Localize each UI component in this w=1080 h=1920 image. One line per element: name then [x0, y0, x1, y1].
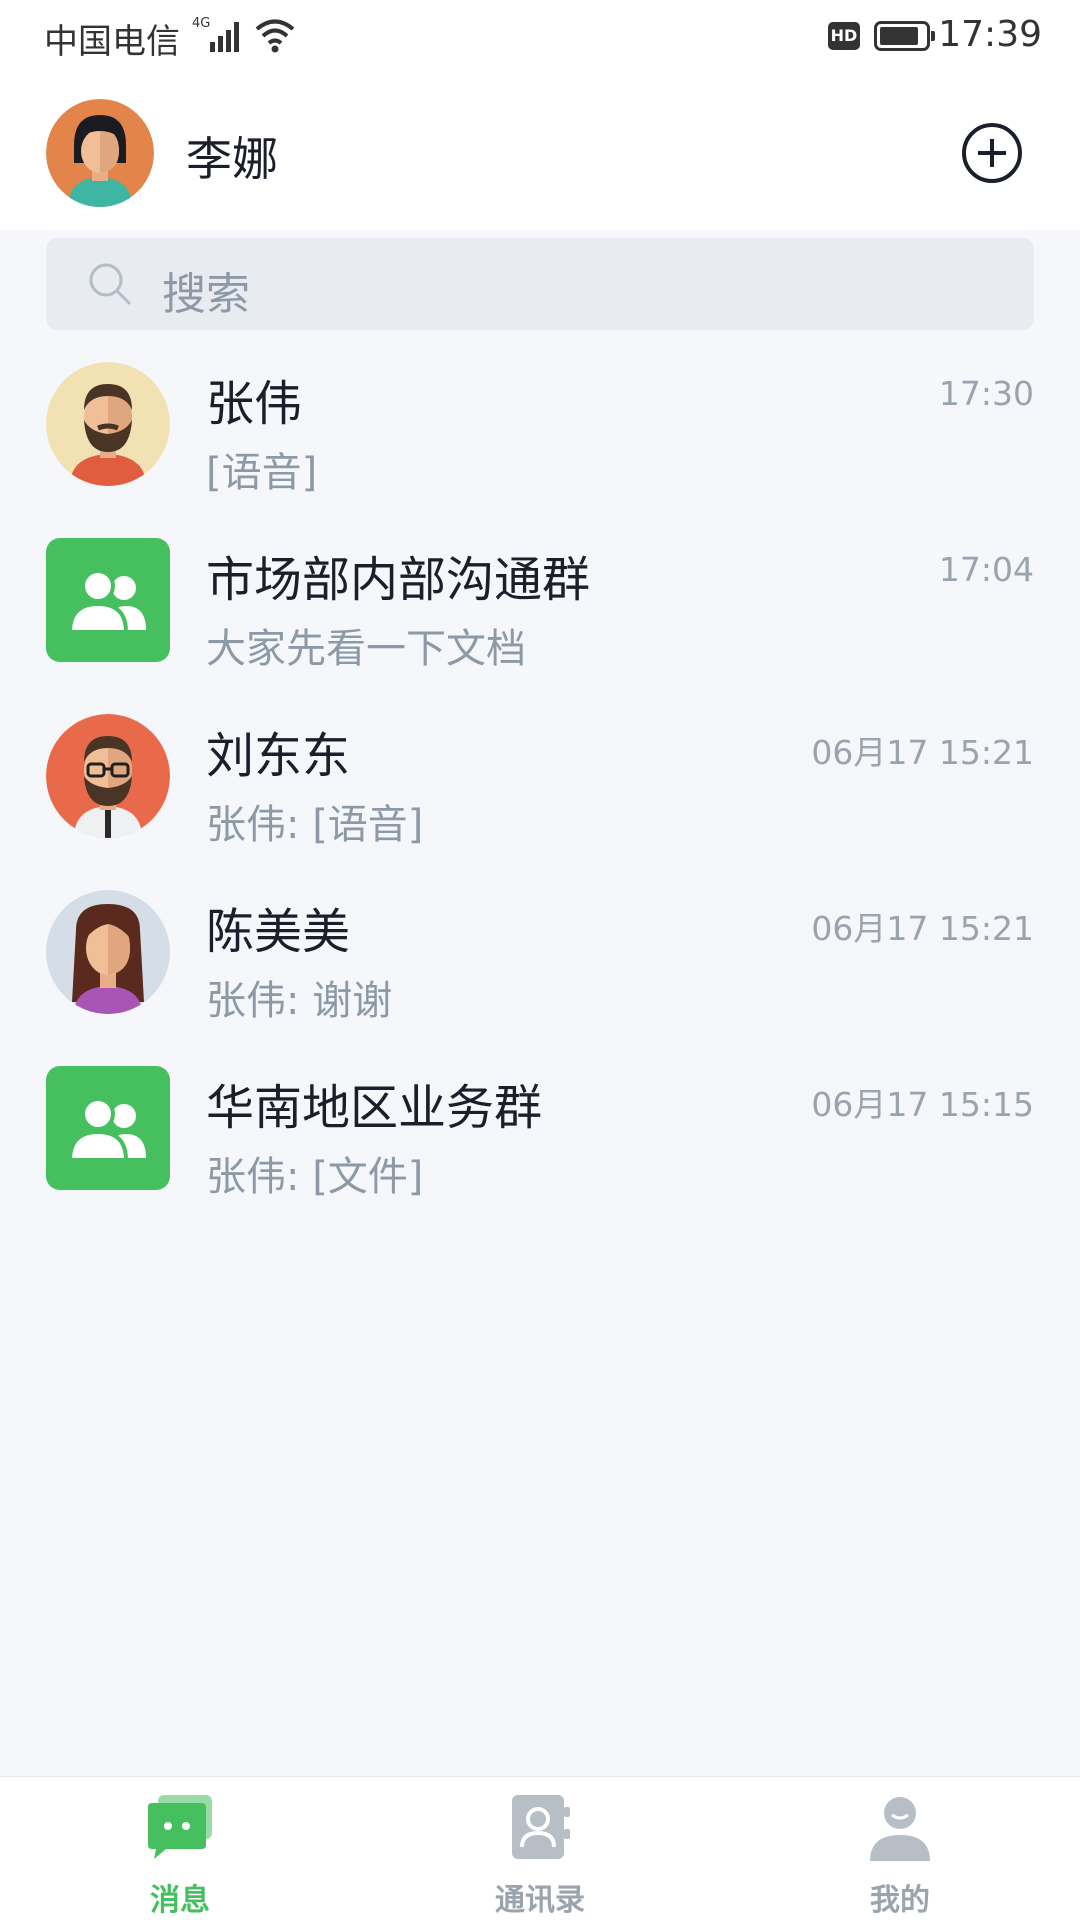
search-bar[interactable]: 搜索: [46, 238, 1034, 330]
search-placeholder: 搜索: [162, 269, 250, 320]
long-hair-woman-avatar: [46, 890, 170, 1014]
conversation-name: 刘东东: [206, 728, 351, 784]
group-icon: [67, 1097, 146, 1162]
plus-circle-icon: [962, 123, 1022, 183]
conversation-name: 市场部内部沟通群: [206, 552, 591, 608]
carrier-label: 中国电信: [44, 22, 180, 62]
conversation-avatar: [46, 714, 170, 838]
hd-badge: HD: [828, 22, 860, 50]
bob-hair-woman-avatar: [46, 99, 154, 207]
bottom-tab-bar: 消息 通讯录 我的: [0, 1776, 1080, 1920]
conversation-time: 17:30: [938, 374, 1034, 413]
wifi-icon: [255, 19, 295, 53]
user-name: 李娜: [186, 132, 278, 186]
conversation-preview: 大家先看一下文档: [206, 626, 526, 672]
chat-bubbles-icon: [148, 1795, 212, 1859]
conversation-name: 张伟: [206, 376, 303, 432]
conversation-time: 17:04: [938, 550, 1034, 589]
conversation-item[interactable]: 张伟 [语音] 17:30: [0, 354, 1080, 530]
tab-label: 我的: [870, 1883, 930, 1918]
user-avatar[interactable]: [46, 99, 154, 207]
group-icon: [67, 569, 146, 634]
contacts-book-icon: [512, 1795, 570, 1859]
conversation-name: 陈美美: [206, 904, 351, 960]
conversation-preview: 张伟: [语音]: [206, 802, 424, 848]
tab-label: 通讯录: [495, 1883, 585, 1918]
signal-icon: 4G: [192, 16, 239, 52]
tab-label: 消息: [150, 1883, 210, 1918]
conversation-avatar: [46, 890, 170, 1014]
conversation-preview: 张伟: [文件]: [206, 1154, 424, 1200]
conversation-name: 华南地区业务群: [206, 1080, 543, 1136]
conversation-avatar: [46, 1066, 170, 1190]
network-type-label: 4G: [192, 16, 210, 31]
header: 李娜: [0, 75, 1080, 230]
search-icon: [89, 263, 131, 305]
conversation-avatar: [46, 362, 170, 486]
conversation-avatar: [46, 538, 170, 662]
conversation-time: 06月17 15:15: [811, 1085, 1034, 1124]
conversation-preview: [语音]: [206, 450, 318, 496]
conversation-time: 06月17 15:21: [811, 733, 1034, 772]
person-icon: [870, 1797, 930, 1861]
conversation-item[interactable]: 陈美美 张伟: 谢谢 06月17 15:21: [0, 882, 1080, 1058]
conversation-item[interactable]: 华南地区业务群 张伟: [文件] 06月17 15:15: [0, 1058, 1080, 1234]
glasses-man-avatar: [46, 714, 170, 838]
conversation-list: 张伟 [语音] 17:30 市场部内部沟通群 大家先看一下文档 17:04 刘东…: [0, 354, 1080, 1234]
conversation-preview: 张伟: 谢谢: [206, 978, 393, 1024]
conversation-item[interactable]: 市场部内部沟通群 大家先看一下文档 17:04: [0, 530, 1080, 706]
status-bar: 中国电信 4G HD 17:39: [0, 0, 1080, 75]
tab-me[interactable]: 我的: [720, 1777, 1080, 1920]
add-button[interactable]: [960, 121, 1024, 185]
tab-contacts[interactable]: 通讯录: [360, 1777, 720, 1920]
battery-icon: [874, 21, 935, 51]
conversation-item[interactable]: 刘东东 张伟: [语音] 06月17 15:21: [0, 706, 1080, 882]
bearded-man-avatar: [46, 362, 170, 486]
conversation-time: 06月17 15:21: [811, 909, 1034, 948]
tab-messages[interactable]: 消息: [0, 1777, 360, 1920]
status-time: 17:39: [938, 14, 1042, 55]
